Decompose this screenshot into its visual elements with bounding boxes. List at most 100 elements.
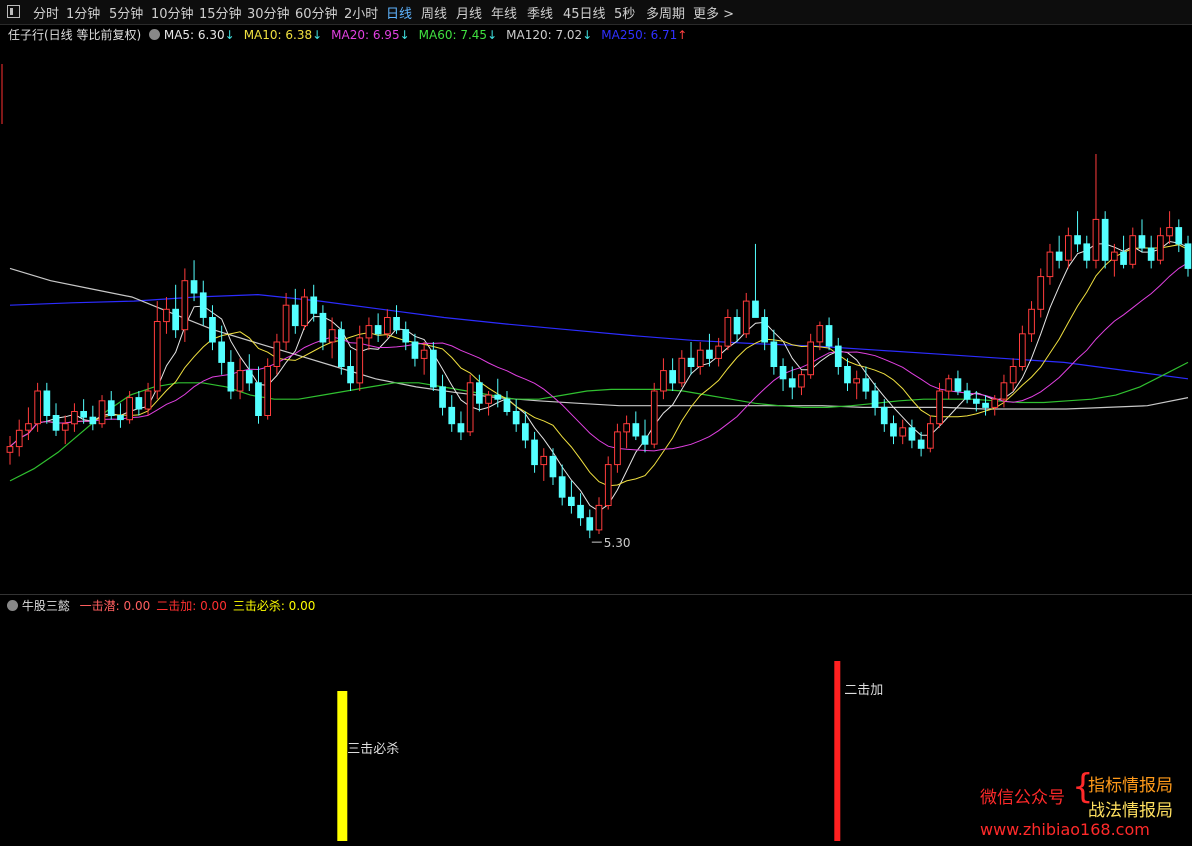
candle [310, 284, 318, 322]
candle-body [1074, 235, 1081, 245]
candle-body [98, 400, 106, 425]
watermark-left: 微信公众号 [980, 788, 1065, 808]
candle [98, 395, 106, 428]
candle-body [715, 345, 722, 359]
candle-body [595, 504, 603, 531]
candle-body [135, 397, 143, 410]
candle [485, 391, 492, 416]
candle-body [365, 325, 373, 339]
candle-body [393, 317, 400, 331]
indicator-bar-label-0: 三击必杀 [347, 742, 399, 757]
candle [604, 456, 612, 510]
candle-body [862, 378, 870, 392]
candle-body [779, 366, 787, 380]
candle-body [549, 455, 557, 478]
candle-body [61, 423, 69, 431]
panel-toggle-icon[interactable] [7, 5, 20, 18]
tab-0[interactable]: 分时 [33, 3, 59, 22]
candle [1000, 374, 1008, 408]
candle [1166, 211, 1173, 244]
candle-body [1028, 308, 1035, 335]
candle [71, 403, 78, 432]
candle [52, 403, 60, 436]
candle [687, 341, 695, 375]
tab-14[interactable]: 5秒 [614, 3, 635, 22]
candle [61, 415, 69, 445]
candle-body [963, 390, 971, 400]
candle [660, 358, 667, 400]
candle [374, 313, 382, 342]
candle [724, 309, 732, 351]
candle [632, 411, 640, 441]
tab-12[interactable]: 季线 [527, 3, 553, 22]
candle [117, 403, 124, 428]
tab-13[interactable]: 45日线 [563, 3, 606, 22]
tab-10[interactable]: 月线 [456, 3, 482, 22]
tab-9[interactable]: 周线 [421, 3, 447, 22]
indicator-chart[interactable]: 三击必杀 二击加 [0, 596, 1192, 846]
tab-2[interactable]: 5分钟 [109, 3, 143, 22]
tab-15[interactable]: 多周期 [646, 3, 685, 22]
price-chart[interactable]: 5.30 [0, 24, 1192, 594]
candle [1009, 358, 1017, 392]
candle-body [788, 378, 796, 388]
tab-7[interactable]: 2小时 [344, 3, 378, 22]
candle-body [126, 397, 134, 421]
candle [1019, 325, 1026, 371]
candle [448, 395, 456, 432]
candle-body [1147, 247, 1155, 261]
candle [834, 337, 842, 375]
candle-body [310, 296, 318, 314]
candle-body [770, 341, 778, 367]
candle [614, 423, 621, 473]
tab-4[interactable]: 15分钟 [199, 3, 242, 22]
tab-6[interactable]: 60分钟 [295, 3, 338, 22]
candle-body [558, 476, 566, 498]
candle [227, 350, 235, 400]
candle-body [190, 280, 198, 294]
candle [844, 358, 851, 392]
candle-body [687, 357, 695, 367]
candle-body [1065, 235, 1072, 261]
candle-body [816, 325, 824, 343]
candle-body [604, 464, 612, 507]
candle-body [420, 349, 428, 359]
candle [1028, 301, 1035, 342]
tab-5[interactable]: 30分钟 [247, 3, 290, 22]
tab-3[interactable]: 10分钟 [151, 3, 194, 22]
candle-body [163, 308, 170, 323]
candle-body [1111, 251, 1118, 261]
tab-8[interactable]: 日线 [386, 3, 412, 22]
candle [1184, 235, 1192, 277]
candle [982, 395, 989, 416]
candle [623, 415, 630, 449]
tab-16[interactable]: 更多 > [693, 3, 734, 22]
candle-body [1184, 243, 1192, 269]
candle-body [430, 349, 437, 388]
candle [927, 415, 934, 453]
candle-body [908, 427, 916, 441]
candle [209, 305, 216, 351]
candle [595, 497, 603, 535]
candle-body [301, 296, 308, 327]
candle [899, 419, 907, 445]
candle-body [1083, 243, 1091, 261]
candle [291, 288, 299, 334]
candle-body [834, 345, 842, 368]
candle [107, 391, 115, 420]
panel-divider[interactable] [0, 594, 1192, 595]
candle-body [669, 370, 676, 384]
candle-body [733, 317, 741, 335]
period-toolbar: 分时 1分钟 5分钟 10分钟 15分钟 30分钟 60分钟 2小时 日线 周线 月线 年线 季线 45日… [0, 0, 1192, 25]
candle [420, 341, 428, 375]
candle [586, 509, 594, 539]
candle-body [641, 435, 649, 445]
candle [338, 321, 345, 375]
candle [153, 301, 161, 400]
tab-1[interactable]: 1分钟 [66, 3, 100, 22]
candle [641, 419, 649, 453]
candle-body [6, 446, 14, 453]
candle [135, 391, 143, 416]
tab-11[interactable]: 年线 [491, 3, 517, 22]
watermark-right-top: 指标情报局 [1088, 776, 1173, 796]
